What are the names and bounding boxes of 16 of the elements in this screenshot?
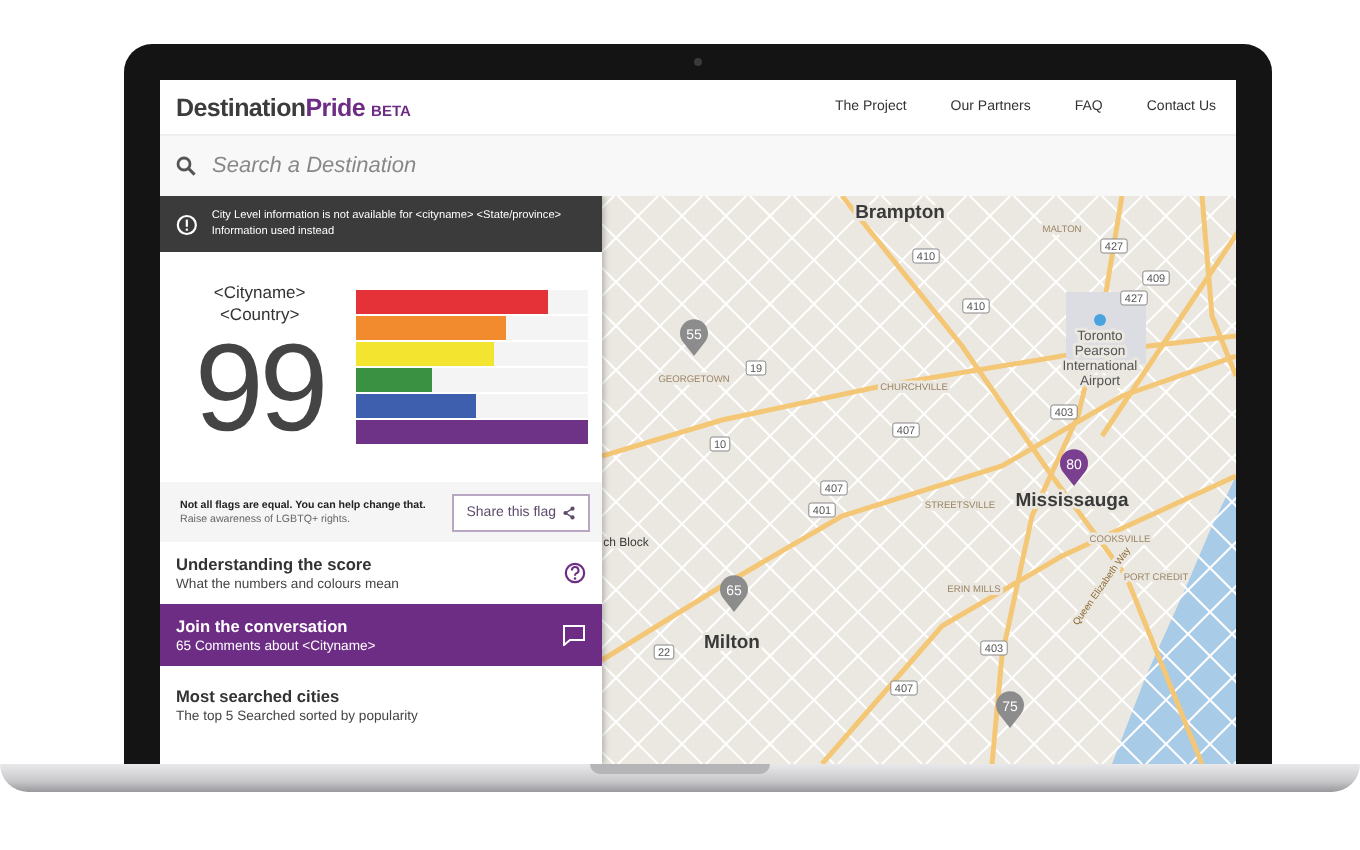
help-icon[interactable] bbox=[564, 562, 586, 584]
score-value: 99 bbox=[194, 328, 325, 453]
section-title: Most searched cities bbox=[176, 686, 342, 706]
share-icon bbox=[562, 505, 576, 519]
section-title: Join the conversation bbox=[176, 616, 350, 636]
camera-dot bbox=[694, 58, 702, 66]
map-label: Brampton bbox=[855, 202, 945, 224]
country-name: <Country> bbox=[219, 303, 300, 325]
section-title: Understanding the score bbox=[176, 554, 374, 574]
map-label: Milton bbox=[704, 632, 760, 654]
airport-icon bbox=[1094, 314, 1106, 326]
search-field[interactable]: Search a Destination bbox=[160, 136, 1236, 196]
city-name: <Cityname> bbox=[213, 281, 306, 303]
search-icon bbox=[176, 156, 196, 176]
info-icon bbox=[176, 213, 198, 235]
comment-icon[interactable] bbox=[562, 624, 586, 646]
